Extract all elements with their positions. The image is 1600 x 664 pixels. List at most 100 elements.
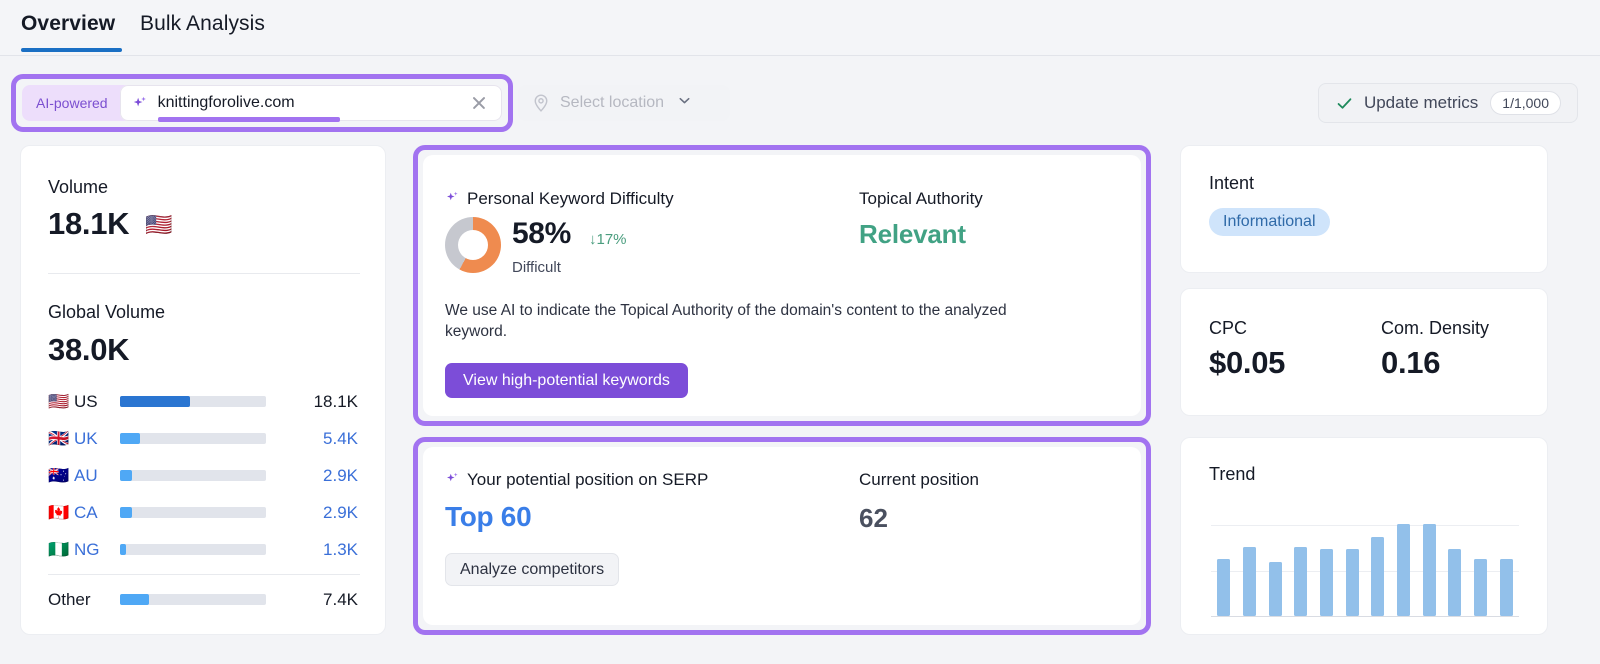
domain-search-box[interactable]: AI-powered knittingforolive.com bbox=[22, 85, 502, 122]
pkd-description: We use AI to indicate the Topical Author… bbox=[445, 302, 1007, 340]
chart-bar bbox=[1397, 523, 1410, 616]
topical-authority-value: Relevant bbox=[859, 219, 966, 249]
country-row: 🇬🇧 UK 5.4K bbox=[48, 428, 360, 449]
global-volume-label: Global Volume bbox=[48, 302, 166, 322]
chart-axis-line bbox=[1211, 616, 1519, 617]
country-row: 🇦🇺 AU 2.9K bbox=[48, 465, 360, 486]
country-bar-track bbox=[120, 507, 266, 518]
pkd-donut-chart bbox=[445, 217, 501, 273]
country-bar-track bbox=[120, 396, 266, 407]
country-flag-icon: 🇳🇬 bbox=[48, 540, 70, 559]
search-input[interactable]: knittingforolive.com bbox=[119, 85, 502, 122]
chart-bar bbox=[1268, 562, 1282, 616]
country-row: 🇺🇸 US 18.1K bbox=[48, 391, 360, 412]
country-bar-track bbox=[120, 470, 266, 481]
analyze-competitors-button[interactable]: Analyze competitors bbox=[445, 553, 620, 586]
chart-gridline bbox=[1211, 525, 1519, 526]
country-row: 🇳🇬 NG 1.3K bbox=[48, 539, 360, 560]
search-input-value: knittingforolive.com bbox=[157, 94, 295, 111]
country-value: 2.9K bbox=[323, 502, 358, 522]
volume-label: Volume bbox=[48, 177, 109, 197]
other-divider bbox=[48, 574, 360, 575]
location-select[interactable]: Select location bbox=[518, 85, 730, 121]
other-label: Other bbox=[48, 589, 91, 609]
intent-card: Intent Informational bbox=[1180, 145, 1548, 273]
pkd-title: Personal Keyword Difficulty bbox=[445, 189, 674, 209]
update-metrics-button[interactable]: Update metrics 1/1,000 bbox=[1317, 83, 1578, 123]
chart-bar bbox=[1448, 548, 1462, 616]
country-bar-fill bbox=[120, 544, 126, 555]
view-high-potential-keywords-button[interactable]: View high-potential keywords bbox=[445, 363, 688, 398]
chart-bar bbox=[1345, 548, 1359, 616]
country-flag-icon: 🇦🇺 bbox=[48, 466, 70, 485]
search-toolbar: AI-powered knittingforolive.com Select l… bbox=[0, 56, 1600, 145]
country-code: US bbox=[74, 391, 98, 411]
chevron-down-icon bbox=[676, 92, 693, 114]
com-density-value: 0.16 bbox=[1381, 345, 1441, 380]
country-bar-fill bbox=[120, 507, 132, 518]
location-pin-icon bbox=[531, 93, 551, 113]
chart-bar bbox=[1320, 548, 1333, 616]
serp-title: Your potential position on SERP bbox=[445, 470, 708, 490]
chart-bar bbox=[1499, 558, 1513, 616]
trend-card: Trend bbox=[1180, 437, 1548, 635]
chart-bar bbox=[1294, 546, 1308, 616]
search-text-underline-annotation bbox=[157, 117, 340, 122]
other-bar-track bbox=[120, 594, 266, 605]
ai-powered-badge: AI-powered bbox=[36, 95, 108, 111]
serp-title-text: Your potential position on SERP bbox=[467, 470, 709, 489]
country-row-other: Other 7.4K bbox=[48, 589, 360, 610]
cpc-label: CPC bbox=[1209, 318, 1248, 338]
country-bar-fill bbox=[120, 470, 132, 481]
pkd-difficulty-word: Difficult bbox=[512, 259, 561, 276]
sparkle-icon bbox=[445, 190, 461, 206]
chart-bar bbox=[1243, 546, 1256, 616]
volume-card: Volume 18.1K 🇺🇸 Global Volume 38.0K 🇺🇸 US… bbox=[20, 145, 386, 635]
chart-bar bbox=[1474, 558, 1487, 616]
com-density-label: Com. Density bbox=[1381, 318, 1490, 338]
country-row: 🇨🇦 CA 2.9K bbox=[48, 502, 360, 523]
country-value: 2.9K bbox=[323, 465, 358, 485]
chart-bar bbox=[1422, 523, 1436, 616]
chart-gridline bbox=[1211, 571, 1519, 572]
country-bar-fill bbox=[120, 396, 191, 407]
country-value: 18.1K bbox=[313, 391, 358, 411]
country-code: NG bbox=[74, 539, 100, 559]
intent-label: Intent bbox=[1209, 173, 1255, 193]
active-tab-indicator bbox=[21, 48, 122, 52]
location-placeholder: Select location bbox=[560, 94, 665, 111]
cpc-value: $0.05 bbox=[1209, 345, 1286, 380]
pkd-percent: 58% bbox=[512, 217, 571, 250]
sparkle-icon bbox=[132, 95, 149, 112]
chart-bar bbox=[1371, 536, 1385, 616]
tab-bar: Overview Bulk Analysis bbox=[0, 0, 1600, 56]
volume-country-flag-icon: 🇺🇸 bbox=[145, 212, 173, 237]
topical-authority-label: Topical Authority bbox=[859, 189, 983, 208]
chart-bar bbox=[1217, 558, 1231, 616]
country-value: 5.4K bbox=[323, 428, 358, 448]
country-flag-icon: 🇨🇦 bbox=[48, 503, 70, 522]
trend-label: Trend bbox=[1209, 464, 1256, 484]
serp-position-card: Your potential position on SERP Top 60 C… bbox=[423, 447, 1141, 625]
update-metrics-quota: 1/1,000 bbox=[1490, 91, 1561, 115]
pkd-title-text: Personal Keyword Difficulty bbox=[467, 189, 674, 208]
update-metrics-label: Update metrics bbox=[1363, 93, 1479, 112]
volume-value: 18.1K bbox=[48, 206, 130, 241]
tab-bulk-analysis[interactable]: Bulk Analysis bbox=[140, 12, 265, 36]
close-icon[interactable] bbox=[466, 90, 492, 116]
personal-keyword-difficulty-card: Personal Keyword Difficulty 58% ↓17% Dif… bbox=[423, 155, 1141, 416]
country-value: 1.3K bbox=[323, 539, 358, 559]
check-icon bbox=[1335, 94, 1354, 113]
cpc-card: CPC $0.05 Com. Density 0.16 bbox=[1180, 288, 1548, 416]
sparkle-icon bbox=[445, 471, 461, 487]
country-code: CA bbox=[74, 502, 98, 522]
country-code: UK bbox=[74, 428, 98, 448]
tab-overview[interactable]: Overview bbox=[21, 12, 115, 36]
potential-position-value: Top 60 bbox=[445, 501, 532, 532]
volume-divider bbox=[48, 273, 360, 274]
country-bar-fill bbox=[120, 433, 141, 444]
current-position-label: Current position bbox=[859, 470, 980, 489]
other-value: 7.4K bbox=[323, 589, 358, 609]
pkd-delta: ↓17% bbox=[589, 231, 627, 248]
global-volume-value: 38.0K bbox=[48, 332, 130, 367]
